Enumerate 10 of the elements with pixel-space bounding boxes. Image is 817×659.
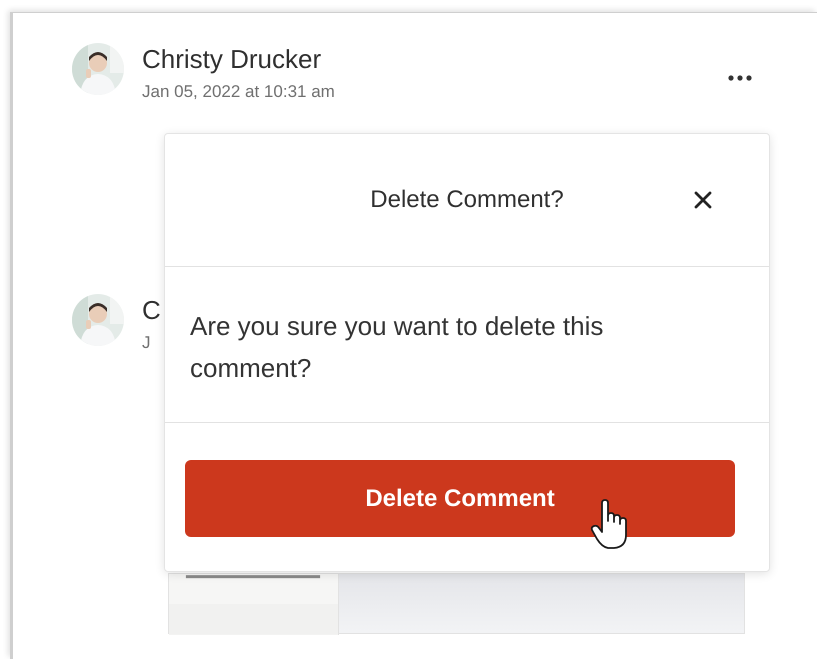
more-icon[interactable]: [728, 75, 752, 81]
comment-timestamp: Jan 05, 2022 at 10:31 am: [142, 81, 335, 103]
author-name: C: [142, 294, 161, 326]
dialog-title: Delete Comment?: [370, 185, 564, 215]
comment-timestamp: J: [142, 332, 150, 354]
delete-comment-button[interactable]: Delete Comment: [185, 460, 735, 537]
close-icon[interactable]: [694, 191, 712, 209]
pointer-cursor-icon: [590, 499, 630, 551]
author-name: Christy Drucker: [142, 43, 322, 75]
dialog-message: Are you sure you want to delete this comment?: [190, 310, 604, 385]
